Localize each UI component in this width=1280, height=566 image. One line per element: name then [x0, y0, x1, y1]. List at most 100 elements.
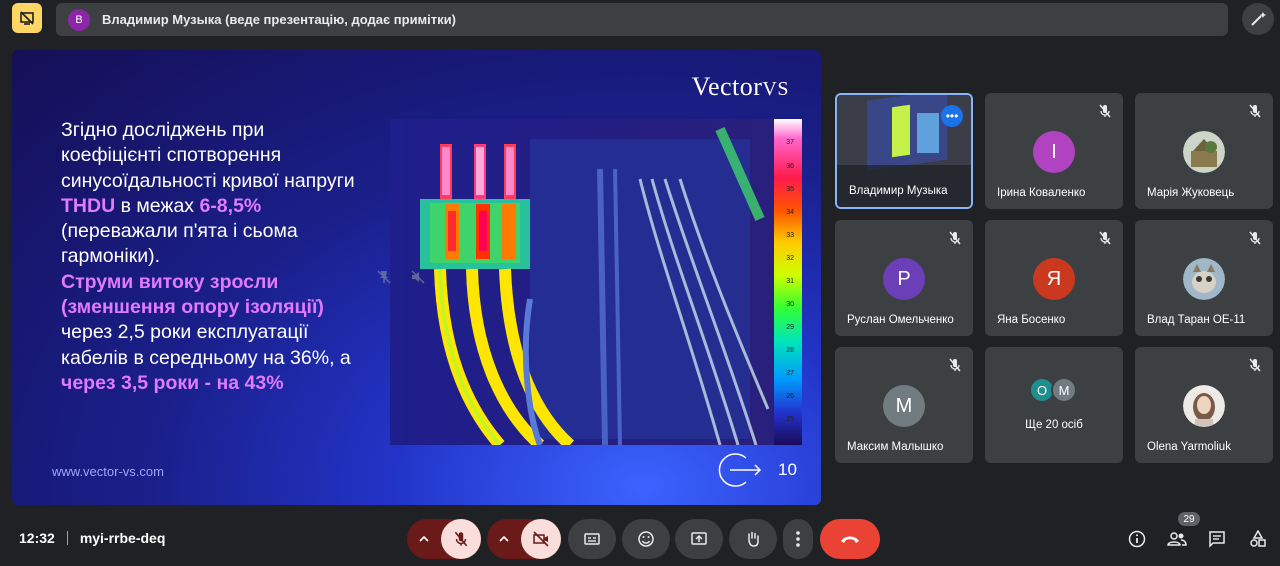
- participant-name: Яна Босенко: [997, 314, 1066, 326]
- more-vert-icon: [796, 531, 800, 547]
- mic-toggle-button[interactable]: [441, 519, 481, 559]
- scale-tick: 36: [786, 163, 794, 170]
- scale-tick: 29: [786, 324, 794, 331]
- chat-icon: [1209, 531, 1225, 548]
- others-tile[interactable]: О М Ще 20 осіб: [985, 347, 1123, 463]
- mic-off-icon: [1249, 104, 1261, 118]
- others-count: Ще 20 осіб: [1025, 419, 1083, 431]
- avatar: Я: [1033, 258, 1075, 300]
- avatar: І: [1033, 131, 1075, 173]
- presenter-status: Владимир Музыка (веде презентацію, додає…: [102, 12, 456, 27]
- participant-name: Руслан Омельченко: [847, 314, 954, 326]
- avatar: Р: [883, 258, 925, 300]
- participant-tile[interactable]: Влад Таран ОЕ-11: [1135, 220, 1273, 336]
- participant-tile[interactable]: Я Яна Босенко: [985, 220, 1123, 336]
- participant-tile[interactable]: Марія Жуковець: [1135, 93, 1273, 209]
- pin-off-icon: [377, 270, 391, 284]
- scale-tick: 30: [786, 301, 794, 308]
- leave-call-button[interactable]: [820, 519, 880, 559]
- info-icon: [1128, 530, 1146, 548]
- thermal-image-art: [390, 119, 802, 445]
- participant-name: Владимир Музыка: [849, 185, 948, 197]
- scale-tick: 28: [786, 347, 794, 354]
- people-icon: [1167, 532, 1187, 546]
- participant-tile[interactable]: М Максим Малышко: [835, 347, 973, 463]
- annotate-button[interactable]: [1242, 3, 1274, 35]
- page-number: 10: [778, 460, 797, 479]
- video-settings-button[interactable]: [487, 519, 521, 559]
- mic-off-icon: [949, 358, 961, 372]
- avatar-photo: [1183, 385, 1225, 427]
- captions-button[interactable]: [568, 519, 616, 559]
- slide-logo: VectorVS: [691, 72, 789, 101]
- participant-tile[interactable]: Olena Yarmoliuk: [1135, 347, 1273, 463]
- scale-tick: 31: [786, 278, 794, 285]
- participant-name: Максим Малышко: [847, 441, 944, 453]
- present-to-all-icon: [691, 532, 707, 545]
- avatar: М: [1051, 377, 1077, 403]
- camera-off-icon: [533, 531, 549, 547]
- scale-tick: 27: [786, 370, 794, 377]
- mic-off-icon: [1099, 231, 1111, 245]
- slide-overlay-icons: [368, 262, 448, 292]
- hand-icon: [748, 531, 759, 547]
- chevron-up-icon: [419, 535, 429, 542]
- chevron-up-icon: [499, 535, 509, 542]
- scale-tick: 25: [786, 416, 794, 423]
- mic-off-icon: [454, 531, 468, 547]
- scale-tick: 37: [786, 139, 794, 146]
- camera-toggle-button[interactable]: [521, 519, 561, 559]
- shapes-icon: [1250, 530, 1266, 547]
- scale-tick: 33: [786, 232, 794, 239]
- audio-settings-button[interactable]: [407, 519, 441, 559]
- arrow-right-circle-icon: [718, 453, 762, 487]
- slide-url: www.vector-vs.com: [52, 464, 164, 479]
- more-options-button[interactable]: •••: [941, 105, 963, 127]
- scale-tick: 26: [786, 393, 794, 400]
- chat-button[interactable]: [1205, 527, 1229, 551]
- clock: 12:32: [19, 530, 55, 546]
- participant-tile-presenter[interactable]: ••• Владимир Музыка: [835, 93, 973, 209]
- mic-off-icon: [1249, 358, 1261, 372]
- mic-off-icon: [949, 231, 961, 245]
- people-button[interactable]: [1165, 527, 1189, 551]
- scale-tick: 35: [786, 186, 794, 193]
- mic-off-icon: [1099, 104, 1111, 118]
- people-count-badge: 29: [1178, 512, 1200, 526]
- divider: [66, 531, 68, 545]
- slide-body-text: Згідно досліджень при коефіцієнті спотво…: [61, 119, 355, 394]
- more-options-button[interactable]: [783, 519, 813, 559]
- next-slide-indicator[interactable]: 10: [712, 452, 807, 488]
- emoji-icon: [638, 531, 654, 547]
- stop-present-icon: [20, 11, 34, 25]
- avatar: М: [883, 385, 925, 427]
- present-screen-button[interactable]: [675, 519, 723, 559]
- stop-presenting-button[interactable]: [12, 3, 42, 33]
- participant-tile[interactable]: І Ірина Коваленко: [985, 93, 1123, 209]
- participant-tile[interactable]: Р Руслан Омельченко: [835, 220, 973, 336]
- meeting-details-button[interactable]: [1125, 527, 1149, 551]
- camera-control-group: [487, 519, 561, 559]
- call-end-icon: [841, 536, 859, 543]
- participant-name: Ірина Коваленко: [997, 187, 1086, 199]
- shared-slide: VectorVS Згідно досліджень при коефіцієн…: [12, 50, 821, 505]
- others-avatars: О М: [1029, 377, 1077, 403]
- participant-name: Марія Жуковець: [1147, 187, 1235, 199]
- participant-name: Влад Таран ОЕ-11: [1147, 314, 1246, 326]
- mic-off-icon: [1249, 231, 1261, 245]
- thermal-image: 37 36 35 34 33 32 31 30 29 28 27 26 25: [390, 119, 802, 445]
- avatar-photo: [1183, 131, 1225, 173]
- avatar-photo: [1183, 258, 1225, 300]
- meeting-info: 12:32 myi-rrbe-deq: [19, 530, 165, 546]
- presenter-avatar: В: [68, 8, 90, 31]
- mic-control-group: [407, 519, 481, 559]
- presentation-banner: В Владимир Музыка (веде презентацію, дод…: [56, 3, 1228, 36]
- raise-hand-button[interactable]: [729, 519, 777, 559]
- meeting-code: myi-rrbe-deq: [79, 530, 166, 546]
- reactions-button[interactable]: [622, 519, 670, 559]
- volume-off-icon: [411, 270, 425, 284]
- captions-icon: [584, 533, 600, 545]
- participant-name: Olena Yarmoliuk: [1147, 441, 1231, 453]
- activities-button[interactable]: [1246, 527, 1270, 551]
- pen-sparkle-icon: [1251, 12, 1266, 26]
